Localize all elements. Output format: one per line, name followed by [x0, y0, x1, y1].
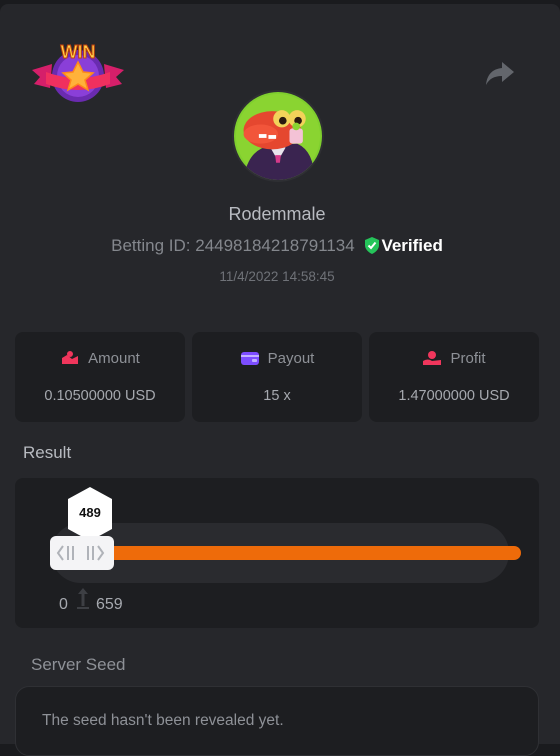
stat-label-profit: Profit — [450, 350, 486, 367]
stat-label-amount: Amount — [88, 350, 140, 367]
win-badge-icon: WIN — [32, 42, 124, 102]
result-label: Result — [23, 443, 72, 462]
stat-value-profit: 1.47000000 USD — [398, 388, 510, 404]
stat-label-payout: Payout — [267, 350, 315, 367]
betting-id-value: 24498184218791134 — [195, 236, 355, 255]
range-marker-icon — [77, 588, 89, 609]
share-icon[interactable] — [484, 59, 516, 87]
stat-card-amount: Amount 0.10500000 USD — [15, 332, 185, 422]
username: Rodemmale — [228, 204, 326, 224]
slider-handle[interactable] — [50, 536, 114, 570]
stat-value-amount: 0.10500000 USD — [44, 388, 156, 404]
roll-value: 489 — [79, 505, 101, 520]
wallet-icon — [240, 352, 259, 365]
server-seed-box: The seed hasn't been revealed yet. — [15, 686, 539, 756]
range-min: 0 — [59, 596, 68, 613]
win-badge-text: WIN — [61, 42, 96, 62]
result-track — [51, 523, 521, 583]
avatar[interactable] — [232, 90, 324, 182]
stat-card-profit: Profit 1.47000000 USD — [369, 332, 539, 422]
verified-shield-icon — [365, 237, 380, 254]
server-seed-text: The seed hasn't been revealed yet. — [42, 712, 284, 729]
result-box: 489 0 659 — [15, 478, 539, 628]
stat-value-payout: 15 x — [263, 388, 291, 404]
betting-id-label: Betting ID: — [111, 236, 191, 255]
verified-label: Verified — [381, 236, 443, 255]
server-seed-label: Server Seed — [31, 655, 126, 674]
profit-icon — [423, 351, 442, 365]
slider-grip-icon — [56, 545, 105, 561]
bet-timestamp: 11/4/2022 14:58:45 — [219, 269, 335, 284]
stat-card-payout: Payout 15 x — [192, 332, 362, 422]
result-bar — [93, 546, 521, 560]
range-max: 659 — [96, 596, 123, 613]
amount-icon — [62, 351, 79, 364]
betting-id-row: Betting ID: 24498184218791134 Verified — [0, 236, 554, 256]
